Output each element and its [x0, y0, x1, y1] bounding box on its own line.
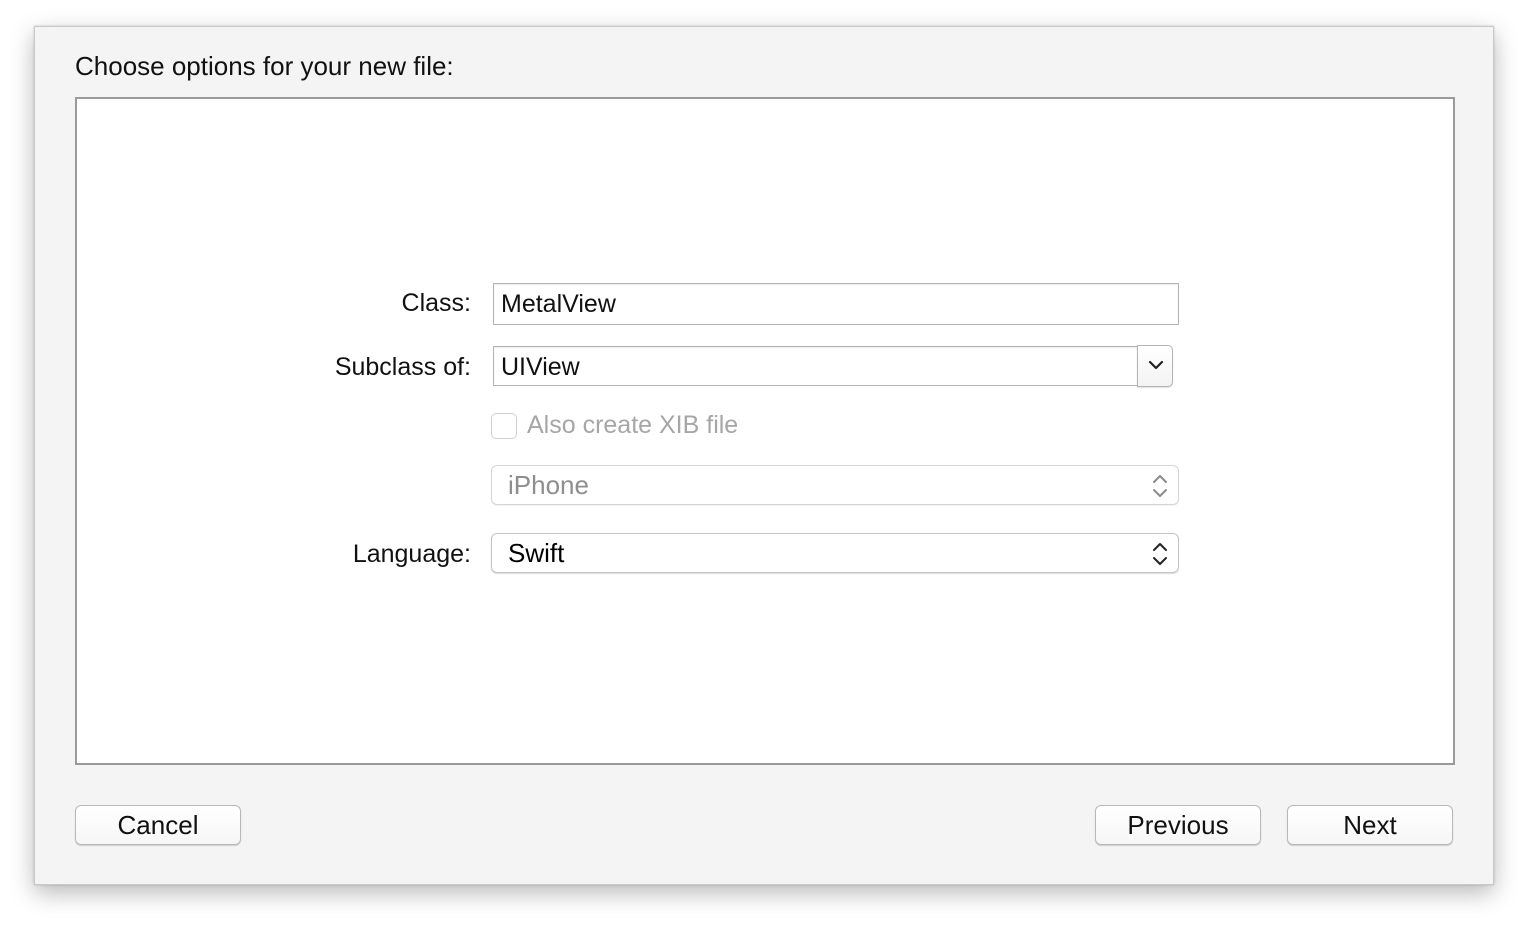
device-popup-value: iPhone: [508, 470, 589, 500]
up-down-arrows-icon: [1153, 475, 1167, 497]
next-button[interactable]: Next: [1287, 805, 1453, 845]
language-popup-value: Swift: [508, 538, 565, 568]
cancel-button[interactable]: Cancel: [75, 805, 241, 845]
also-create-xib-label: Also create XIB file: [527, 411, 739, 439]
also-create-xib-checkbox[interactable]: [491, 413, 517, 439]
previous-button[interactable]: Previous: [1095, 805, 1261, 845]
new-file-options-sheet: Choose options for your new file: Class:…: [34, 26, 1494, 885]
class-label: Class:: [401, 289, 471, 317]
up-down-arrows-icon: [1153, 543, 1167, 565]
subclass-combo-box[interactable]: UIView: [493, 345, 1173, 387]
subclass-dropdown-button[interactable]: [1137, 345, 1173, 387]
language-label: Language:: [352, 540, 471, 568]
device-popup[interactable]: iPhone: [491, 465, 1179, 505]
language-popup[interactable]: Swift: [491, 533, 1179, 573]
options-panel: Class: MetalView Subclass of: UIView Als…: [75, 97, 1455, 765]
sheet-title: Choose options for your new file:: [75, 51, 454, 81]
class-name-input[interactable]: MetalView: [493, 283, 1179, 325]
chevron-down-icon: [1148, 360, 1164, 370]
subclass-input[interactable]: UIView: [493, 346, 1137, 386]
subclass-label: Subclass of:: [334, 353, 471, 381]
